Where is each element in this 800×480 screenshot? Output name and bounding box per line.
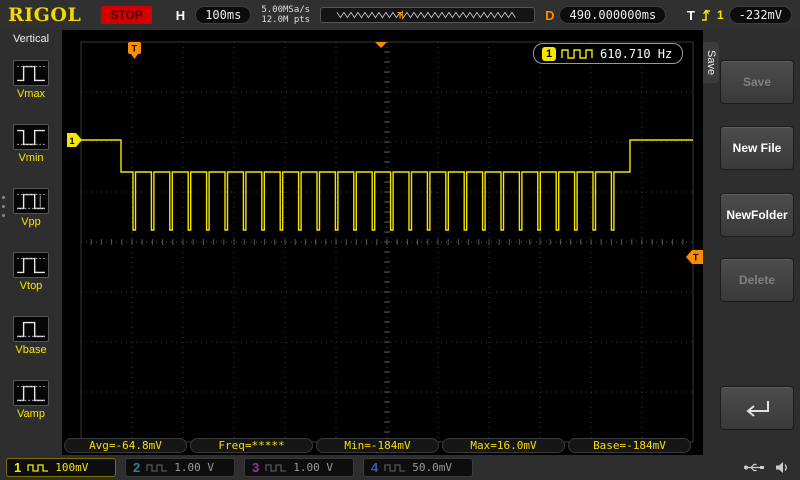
new-file-button[interactable]: New File <box>720 126 794 170</box>
new-folder-button[interactable]: NewFolder <box>720 193 794 237</box>
delete-button[interactable]: Delete <box>720 258 794 302</box>
oscilloscope-ui: RIGOL STOP H 100ms 5.00MSa/s 12.0M pts T… <box>0 0 800 480</box>
ch2-coupling-icon <box>146 463 168 473</box>
sidebar-item-vmax[interactable]: Vmax <box>3 48 59 112</box>
acquisition-info: 5.00MSa/s 12.0M pts <box>261 5 310 25</box>
channel-status-bar: 1 100mV 2 1.00 V 3 1.00 V 4 50.0mV <box>0 455 800 480</box>
trigger-source: 1 <box>717 8 724 22</box>
sidebar-item-label: Vbase <box>15 344 46 356</box>
sample-rate: 5.00MSa/s <box>261 5 310 15</box>
svg-text:T: T <box>693 253 699 263</box>
sidebar-item-label: Vmax <box>17 88 45 100</box>
svg-text:T: T <box>132 44 138 54</box>
sidebar-item-vpp[interactable]: Vpp <box>3 176 59 240</box>
channel2-scale: 1.00 V <box>174 461 214 474</box>
trigger-level-value[interactable]: -232mV <box>729 6 792 24</box>
channel3-scale: 1.00 V <box>293 461 333 474</box>
horizontal-label: H <box>176 8 185 23</box>
trigger-slope-icon <box>700 7 712 23</box>
timebase-value[interactable]: 100ms <box>195 6 251 24</box>
vbase-icon <box>13 316 49 342</box>
save-menu-tab: Save <box>703 42 719 83</box>
speaker-icon[interactable] <box>775 461 790 474</box>
delay-value[interactable]: 490.000000ms <box>559 6 666 24</box>
trigger-readout: T 1 -232mV <box>687 6 792 24</box>
strip-trigger-icon: T <box>397 11 403 21</box>
channel1-status[interactable]: 1 100mV <box>6 458 116 477</box>
channel3-number: 3 <box>252 460 259 475</box>
channel4-scale: 50.0mV <box>412 461 452 474</box>
channel3-status[interactable]: 3 1.00 V <box>244 458 354 477</box>
sidebar-item-vbase[interactable]: Vbase <box>3 304 59 368</box>
menu-page-indicator <box>2 196 5 217</box>
vertical-measure-menu: Vertical Vmax Vmin <box>0 30 62 455</box>
return-button[interactable] <box>720 386 794 430</box>
middle-region: Vertical Vmax Vmin <box>0 30 800 455</box>
usb-icon <box>743 461 765 474</box>
delay-readout: D 490.000000ms <box>545 6 666 24</box>
ch3-coupling-icon <box>265 463 287 473</box>
delay-label: D <box>545 8 554 23</box>
measurement-avg: Avg=-64.8mV <box>64 438 187 453</box>
trigger-level-marker[interactable]: T <box>686 250 703 264</box>
horizontal-position-strip[interactable]: T <box>320 7 535 23</box>
freq-counter-badge: 1 610.710 Hz <box>533 43 683 64</box>
brand-logo: RIGOL <box>8 4 81 26</box>
trigger-position-marker[interactable]: T <box>128 42 141 59</box>
ch4-coupling-icon <box>384 463 406 473</box>
window-center-marker <box>375 42 387 48</box>
system-icons <box>743 461 794 474</box>
measurement-max: Max=16.0mV <box>442 438 565 453</box>
channel1-number: 1 <box>14 460 21 475</box>
measurement-bar: Avg=-64.8mV Freq=***** Min=-184mV Max=16… <box>64 438 691 453</box>
sidebar-item-label: Vtop <box>20 280 43 292</box>
memory-waveform-icon <box>337 12 516 17</box>
vmin-icon <box>13 124 49 150</box>
vmax-icon <box>13 60 49 86</box>
vtop-icon <box>13 252 49 278</box>
screen-grid: 1 T T <box>66 38 703 450</box>
sidebar-item-vtop[interactable]: Vtop <box>3 240 59 304</box>
waveform-display: 1 T T 1 <box>62 30 703 455</box>
run-state-badge[interactable]: STOP <box>101 6 151 24</box>
channel4-status[interactable]: 4 50.0mV <box>363 458 473 477</box>
svg-text:1: 1 <box>70 136 75 146</box>
ch1-coupling-icon <box>27 463 49 473</box>
sidebar-item-vamp[interactable]: Vamp <box>3 368 59 432</box>
save-button[interactable]: Save <box>720 60 794 104</box>
save-menu: Save Save New File NewFolder Delete <box>703 30 800 455</box>
trigger-label: T <box>687 8 695 23</box>
return-arrow-icon <box>735 395 779 421</box>
waveform-ch1 <box>81 140 693 230</box>
top-status-bar: RIGOL STOP H 100ms 5.00MSa/s 12.0M pts T… <box>0 0 800 30</box>
freq-counter-source: 1 <box>542 47 556 61</box>
sidebar-item-label: Vpp <box>21 216 41 228</box>
sidebar-item-label: Vmin <box>18 152 43 164</box>
freq-counter-value: 610.710 Hz <box>600 47 672 61</box>
channel4-number: 4 <box>371 460 378 475</box>
memory-depth: 12.0M pts <box>261 15 310 25</box>
measurement-min: Min=-184mV <box>316 438 439 453</box>
channel1-marker[interactable]: 1 <box>67 133 82 147</box>
channel1-scale: 100mV <box>55 461 88 474</box>
sidebar-title: Vertical <box>13 33 49 45</box>
measurement-freq: Freq=***** <box>190 438 313 453</box>
square-wave-icon <box>561 48 595 60</box>
measurement-base: Base=-184mV <box>568 438 691 453</box>
sidebar-item-vmin[interactable]: Vmin <box>3 112 59 176</box>
channel2-status[interactable]: 2 1.00 V <box>125 458 235 477</box>
vpp-icon <box>13 188 49 214</box>
vamp-icon <box>13 380 49 406</box>
channel2-number: 2 <box>133 460 140 475</box>
sidebar-item-label: Vamp <box>17 408 45 420</box>
